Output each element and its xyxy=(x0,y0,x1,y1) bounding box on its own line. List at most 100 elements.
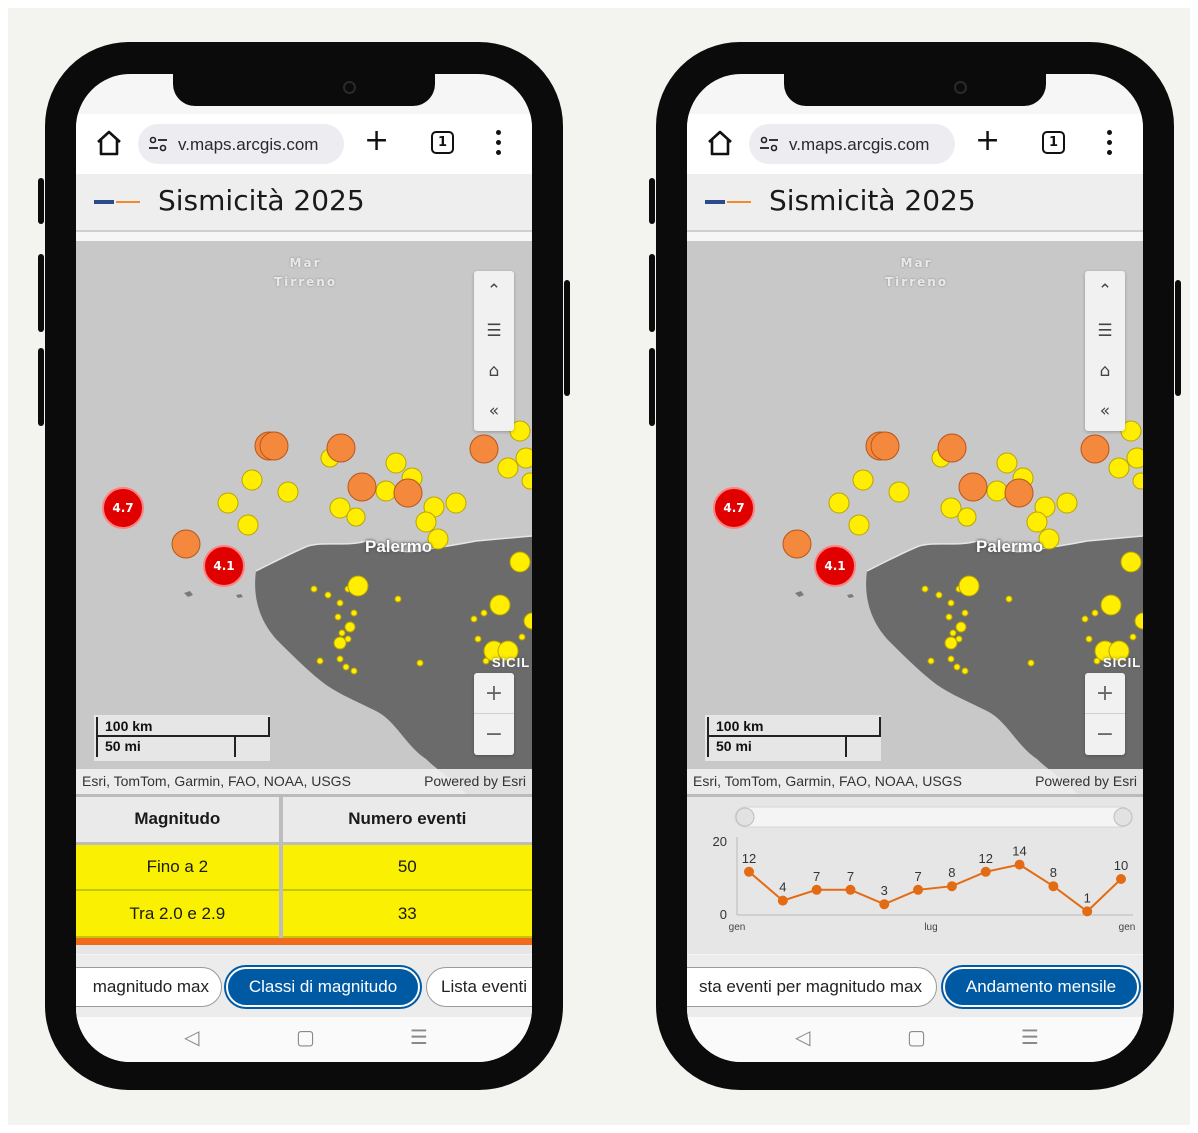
address-bar[interactable]: v.maps.arcgis.com xyxy=(749,124,955,164)
cell-eventi: 50 xyxy=(280,843,532,891)
camera-notch xyxy=(784,74,1046,106)
data-label: 4 xyxy=(779,880,786,895)
magnitude-classes-panel: Magnitudo Numero eventi Fino a 2 50 Tra … xyxy=(76,794,532,954)
data-label: 1 xyxy=(1084,890,1091,905)
data-label: 8 xyxy=(948,865,955,880)
cell-magnitudo: Tra 2.0 e 2.9 xyxy=(76,890,283,938)
data-label: 14 xyxy=(1012,844,1026,859)
home-nav-icon[interactable]: ▢ xyxy=(296,1025,315,1049)
data-label: 7 xyxy=(847,869,854,884)
data-point[interactable] xyxy=(1048,881,1059,892)
series-line xyxy=(748,863,1122,913)
svg-text:4.1: 4.1 xyxy=(824,559,845,573)
svg-text:4.7: 4.7 xyxy=(112,501,133,515)
browser-toolbar: v.maps.arcgis.com + 1 xyxy=(76,114,532,174)
table-row-partial xyxy=(76,937,532,945)
collapse-up-icon[interactable]: ⌃ xyxy=(1085,271,1125,311)
tab-switcher-button[interactable]: 1 xyxy=(1042,131,1065,154)
zoom-out-button[interactable]: − xyxy=(1085,714,1125,755)
scale-km: 100 km xyxy=(96,717,270,737)
home-nav-icon[interactable]: ▢ xyxy=(907,1025,926,1049)
data-point[interactable] xyxy=(1116,874,1126,884)
back-icon[interactable]: ◁ xyxy=(184,1025,199,1049)
monthly-trend-panel: 20 0 gen lug gen 12 4 7 7 3 7 8 12 14 8 1 10 xyxy=(687,794,1143,954)
powered-by-esri-link[interactable]: Powered by Esri xyxy=(424,769,526,793)
new-tab-icon[interactable]: + xyxy=(364,126,389,156)
recents-icon[interactable]: ☰ xyxy=(410,1025,428,1049)
time-range-slider[interactable] xyxy=(734,806,1132,828)
map-attribution: Esri, TomTom, Garmin, FAO, NOAA, USGS Po… xyxy=(76,769,532,794)
powered-by-esri-link[interactable]: Powered by Esri xyxy=(1035,769,1137,793)
home-extent-icon[interactable]: ⌂ xyxy=(474,351,514,391)
slider-start-handle[interactable] xyxy=(735,807,755,827)
map-tools: ⌃ ☰ ⌂ « xyxy=(1085,271,1125,431)
home-extent-icon[interactable]: ⌂ xyxy=(1085,351,1125,391)
new-tab-icon[interactable]: + xyxy=(975,126,1000,156)
data-point[interactable] xyxy=(980,866,991,877)
phone-screen: v.maps.arcgis.com + 1 Sismicità 2025 4.7… xyxy=(76,74,532,1062)
tab-andamento-mensile[interactable]: Andamento mensile xyxy=(943,967,1139,1007)
widget-tabs: magnitudo max Classi di magnitudo Lista … xyxy=(76,955,532,1017)
site-settings-icon[interactable] xyxy=(148,134,168,154)
data-point[interactable] xyxy=(845,884,856,895)
data-label: 12 xyxy=(978,851,992,866)
collapse-panel-icon[interactable]: « xyxy=(474,391,514,431)
data-point[interactable] xyxy=(1014,859,1025,870)
city-label: Palermo xyxy=(976,537,1044,556)
data-label: 3 xyxy=(881,883,888,898)
map-tools: ⌃ ☰ ⌂ « xyxy=(474,271,514,431)
more-menu-icon[interactable] xyxy=(496,130,502,156)
more-menu-icon[interactable] xyxy=(1107,130,1113,156)
data-label: 10 xyxy=(1114,858,1128,873)
ingv-logo xyxy=(94,200,140,204)
city-label: Palermo xyxy=(365,537,433,556)
zoom-controls: + − xyxy=(1085,673,1125,755)
recents-icon[interactable]: ☰ xyxy=(1021,1025,1039,1049)
data-point[interactable] xyxy=(811,884,822,895)
seismicity-map[interactable]: 4.7 4.1 Mar Tirreno Palermo SICIL ⌃ ☰ ⌂ … xyxy=(76,241,532,794)
seismicity-map[interactable]: 4.7 4.1 Mar Tirreno Palermo SICIL ⌃ ☰ ⌂ … xyxy=(687,241,1143,794)
table-row: Tra 2.0 e 2.9 33 xyxy=(76,890,532,938)
url-text: v.maps.arcgis.com xyxy=(178,135,319,154)
system-nav-bar: ◁ ▢ ☰ xyxy=(687,1017,1143,1062)
tab-magnitudo-max[interactable]: magnitudo max xyxy=(76,967,222,1007)
scale-mi: 50 mi xyxy=(707,737,847,757)
home-icon[interactable] xyxy=(705,128,735,158)
slider-end-handle[interactable] xyxy=(1113,807,1133,827)
sea-label: Mar Tirreno xyxy=(885,256,949,289)
data-point[interactable] xyxy=(777,895,788,906)
data-point[interactable] xyxy=(913,884,924,895)
collapse-up-icon[interactable]: ⌃ xyxy=(474,271,514,311)
column-header-numero-eventi[interactable]: Numero eventi xyxy=(280,797,532,845)
data-label: 7 xyxy=(914,869,921,884)
collapse-panel-icon[interactable]: « xyxy=(1085,391,1125,431)
home-icon[interactable] xyxy=(94,128,124,158)
tab-classi-di-magnitudo[interactable]: Classi di magnitudo xyxy=(226,967,420,1007)
zoom-controls: + − xyxy=(474,673,514,755)
data-point[interactable] xyxy=(1082,906,1093,917)
back-icon[interactable]: ◁ xyxy=(795,1025,810,1049)
sea-label: Mar Tirreno xyxy=(274,256,338,289)
tab-switcher-button[interactable]: 1 xyxy=(431,131,454,154)
data-point[interactable] xyxy=(744,866,754,877)
monthly-trend-chart: 20 0 gen lug gen 12 4 7 7 3 7 8 12 14 8 1 10 xyxy=(713,806,1135,933)
y-tick-label: 0 xyxy=(720,907,727,922)
page-title: Sismicità 2025 xyxy=(158,184,365,217)
url-text: v.maps.arcgis.com xyxy=(789,135,930,154)
zoom-out-button[interactable]: − xyxy=(474,714,514,755)
legend-list-icon[interactable]: ☰ xyxy=(474,311,514,351)
site-settings-icon[interactable] xyxy=(759,134,779,154)
camera-notch xyxy=(173,74,435,106)
zoom-in-button[interactable]: + xyxy=(474,673,514,714)
page-title: Sismicità 2025 xyxy=(769,184,976,217)
data-point[interactable] xyxy=(879,899,890,910)
address-bar[interactable]: v.maps.arcgis.com xyxy=(138,124,344,164)
data-point[interactable] xyxy=(946,881,957,892)
zoom-in-button[interactable]: + xyxy=(1085,673,1125,714)
tab-lista-eventi[interactable]: Lista eventi xyxy=(426,967,532,1007)
column-header-magnitudo[interactable]: Magnitudo xyxy=(76,797,283,845)
legend-list-icon[interactable]: ☰ xyxy=(1085,311,1125,351)
tab-lista-eventi-magnitudo-max[interactable]: sta eventi per magnitudo max xyxy=(687,967,937,1007)
map-attribution: Esri, TomTom, Garmin, FAO, NOAA, USGS Po… xyxy=(687,769,1143,794)
phone-screen: v.maps.arcgis.com + 1 Sismicità 2025 4.7… xyxy=(687,74,1143,1062)
